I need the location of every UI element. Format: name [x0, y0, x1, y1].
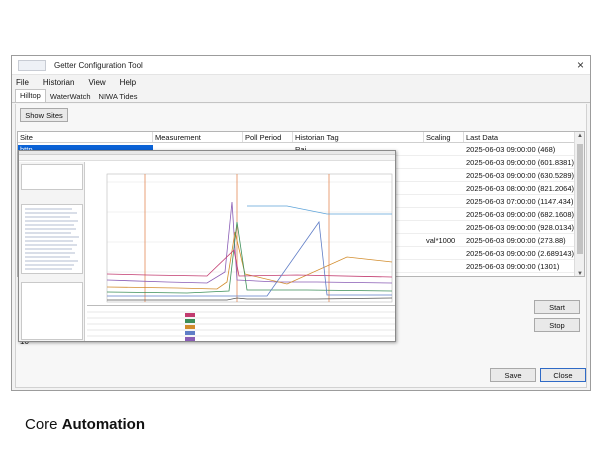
cell-last-data[interactable]: 2025-06-03 09:00:00 (682.1608) [464, 210, 576, 219]
close-icon[interactable]: × [577, 58, 584, 72]
overlay-toolbar [19, 155, 395, 161]
menu-help[interactable]: Help [120, 78, 136, 87]
column-site[interactable]: Site [18, 132, 153, 142]
overlay-tag-grid [87, 305, 395, 341]
close-button[interactable]: Close [540, 368, 586, 382]
scroll-thumb[interactable] [577, 144, 583, 254]
column-poll-period[interactable]: Poll Period [243, 132, 293, 142]
overlay-side-panel [19, 162, 85, 341]
overlay-tag-lines [25, 208, 79, 270]
menu-bar: File Historian View Help [12, 75, 590, 90]
stop-button[interactable]: Stop [534, 318, 580, 332]
tab-waterwatch[interactable]: WaterWatch [46, 91, 95, 102]
save-button[interactable]: Save [490, 368, 536, 382]
trend-viewer-screenshot [18, 150, 396, 342]
table-scrollbar[interactable]: ▲ ▼ [574, 132, 584, 276]
column-historian-tag[interactable]: Historian Tag [293, 132, 424, 142]
scroll-up-icon[interactable]: ▲ [577, 133, 583, 139]
overlay-tag-list [21, 204, 83, 274]
tab-strip: Hilltop WaterWatch NIWA Tides [12, 89, 590, 103]
tab-niwa-tides[interactable]: NIWA Tides [95, 91, 142, 102]
app-icon [18, 60, 46, 71]
overlay-tree-view [21, 164, 83, 190]
cell-last-data[interactable]: 2025-06-03 09:00:00 (273.88) [464, 236, 576, 245]
overlay-grid-lines [87, 311, 395, 341]
company-logo: Core Automation [25, 416, 146, 433]
cell-last-data[interactable]: 2025-06-03 09:00:00 (2.689143) [464, 249, 576, 258]
menu-file[interactable]: File [16, 78, 29, 87]
table-header: Site Measurement Poll Period Historian T… [18, 132, 584, 143]
menu-historian[interactable]: Historian [43, 78, 75, 87]
cell-last-data[interactable]: 2025-06-03 09:00:00 (630.5289) [464, 171, 576, 180]
column-scaling[interactable]: Scaling [424, 132, 464, 142]
cell-last-data[interactable]: 2025-06-03 09:00:00 (601.8381) [464, 158, 576, 167]
cell-last-data[interactable]: 2025-06-03 07:00:00 (1147.434) [464, 197, 576, 206]
overlay-trend-chart [87, 162, 395, 305]
cell-last-data[interactable]: 2025-06-03 08:00:00 (821.2064) [464, 184, 576, 193]
tab-hilltop[interactable]: Hilltop [15, 89, 46, 102]
column-measurement[interactable]: Measurement [153, 132, 243, 142]
scroll-down-icon[interactable]: ▼ [577, 271, 583, 276]
menu-view[interactable]: View [88, 78, 105, 87]
cell-last-data[interactable]: 2025-06-03 09:00:00 (1301) [464, 262, 576, 271]
window-title: Getter Configuration Tool [54, 61, 143, 70]
column-last-data[interactable]: Last Data [464, 132, 576, 142]
start-button[interactable]: Start [534, 300, 580, 314]
title-bar: Getter Configuration Tool × [12, 56, 590, 75]
cell-last-data[interactable]: 2025-06-03 09:00:00 (928.0134) [464, 223, 576, 232]
cell-last-data[interactable]: 2025-06-03 09:00:00 (468) [464, 145, 576, 154]
overlay-chart-area [87, 162, 395, 341]
cell-scaling[interactable]: val*1000 [424, 236, 464, 245]
overlay-properties-panel [21, 282, 83, 340]
show-sites-button[interactable]: Show Sites [20, 108, 68, 122]
